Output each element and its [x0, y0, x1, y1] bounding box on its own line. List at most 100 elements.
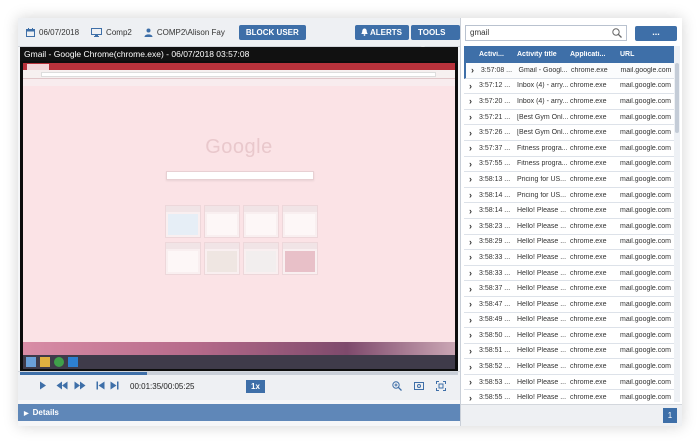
cell-application: chrome.exe: [570, 363, 607, 371]
table-row[interactable]: › 3:58:33 ... Hello! Please ... chrome.exe m…: [464, 250, 674, 266]
expand-row-icon[interactable]: ›: [464, 362, 477, 372]
table-row[interactable]: › 3:58:47 ... Hello! Please ... chrome.exe m…: [464, 296, 674, 313]
expand-row-icon[interactable]: ›: [464, 206, 477, 216]
cell-application: chrome.exe: [570, 394, 607, 402]
tools-button[interactable]: TOOLS ▼: [411, 25, 460, 52]
playback-speed-button[interactable]: 1x: [246, 380, 265, 393]
table-row[interactable]: › 3:57:21 ... [Best Gym Onl... chrome.exe ma…: [464, 109, 674, 126]
details-toggle[interactable]: ▶ Details: [18, 404, 460, 421]
expand-row-icon[interactable]: ›: [464, 81, 477, 91]
user-filter[interactable]: COMP2\Alison Fay: [144, 28, 225, 37]
table-row[interactable]: › 3:58:14 ... Hello! Please ... chrome.exe m…: [464, 203, 674, 219]
table-scrollbar[interactable]: [674, 46, 680, 402]
cell-activity-title: Hello! Please ...: [517, 363, 567, 371]
video-player[interactable]: Gmail - Google Chrome(chrome.exe) - 06/0…: [20, 47, 458, 371]
table-row[interactable]: › 3:58:49 ... Hello! Please ... chrome.exe m…: [464, 312, 674, 329]
column-header-activity-title[interactable]: Activity title: [513, 51, 568, 58]
more-options-button[interactable]: ...: [635, 26, 677, 41]
fullscreen-icon[interactable]: [436, 381, 446, 391]
column-header-activity-time[interactable]: Activi...: [477, 51, 513, 58]
cell-url: mail.google.com: [620, 363, 671, 371]
expand-row-icon[interactable]: ›: [464, 330, 477, 340]
search-icon[interactable]: [612, 28, 622, 38]
rewind-icon[interactable]: [56, 381, 68, 390]
table-row[interactable]: › 3:58:33 ... Hello! Please ... chrome.exe m…: [464, 265, 674, 282]
expand-row-icon[interactable]: ›: [464, 377, 477, 387]
expand-row-icon[interactable]: ›: [464, 190, 477, 200]
date-filter[interactable]: 06/07/2018: [26, 27, 79, 37]
cell-activity-time: 3:57:20 ...: [479, 97, 511, 105]
play-icon[interactable]: [39, 381, 47, 390]
browser-address-bar: [23, 70, 455, 79]
cell-application: chrome.exe: [570, 175, 607, 183]
scroll-thumb[interactable]: [675, 63, 679, 133]
table-row[interactable]: › 3:57:12 ... Inbox (4) - arry... chrome.ex…: [464, 78, 674, 95]
cell-activity-title: Fitness progra...: [517, 160, 568, 168]
cell-activity-title: Hello! Please ...: [517, 347, 567, 355]
monitor-icon: [91, 27, 103, 37]
expand-row-icon[interactable]: ›: [464, 268, 477, 278]
cell-url: mail.google.com: [620, 378, 671, 386]
cell-application: chrome.exe: [570, 253, 607, 261]
expand-row-icon[interactable]: ›: [466, 65, 479, 75]
column-header-url[interactable]: URL: [618, 51, 674, 58]
cell-activity-time: 3:57:08 ...: [480, 66, 513, 74]
zoom-in-icon[interactable]: [392, 381, 402, 391]
table-row[interactable]: › 3:57:26 ... [Best Gym Onl... chrome.exe ma…: [464, 125, 674, 141]
recorded-screen: Google: [23, 63, 455, 369]
cell-activity-title: Inbox (4) - arry...: [517, 82, 568, 90]
expand-row-icon[interactable]: ›: [464, 346, 477, 356]
top-bar: 06/07/2018 Comp2 COMP2\Alison Fay BLOCK …: [18, 18, 460, 52]
shortcut-tile: [282, 205, 318, 238]
expand-row-icon[interactable]: ›: [464, 143, 477, 153]
expand-row-icon[interactable]: ›: [464, 237, 477, 247]
cell-activity-title: Hello! Please ...: [517, 253, 567, 261]
cell-activity-title: Fitness progra...: [517, 144, 568, 152]
cell-application: chrome.exe: [570, 285, 607, 293]
shortcut-tile: [243, 242, 279, 275]
expand-row-icon[interactable]: ›: [464, 393, 477, 403]
cell-activity-time: 3:58:33 ...: [479, 269, 511, 277]
expand-row-icon[interactable]: ›: [464, 284, 477, 294]
expand-row-icon[interactable]: ›: [464, 221, 477, 231]
expand-row-icon[interactable]: ›: [464, 299, 477, 309]
table-row[interactable]: › 3:58:52 ... Hello! Please ... chrome.exe m…: [464, 359, 674, 375]
expand-row-icon[interactable]: ›: [464, 128, 477, 138]
table-row[interactable]: › 3:58:13 ... Pricing for US... chrome.exe m…: [464, 172, 674, 188]
table-row[interactable]: › 3:58:23 ... Hello! Please ... chrome.exe m…: [464, 218, 674, 235]
alerts-button[interactable]: ALERTS: [355, 25, 409, 40]
block-user-button[interactable]: BLOCK USER: [238, 24, 306, 40]
cell-activity-time: 3:58:55 ...: [479, 394, 511, 402]
table-row[interactable]: › 3:58:29 ... Hello! Please ... chrome.exe m…: [464, 234, 674, 251]
expand-row-icon[interactable]: ›: [464, 315, 477, 325]
search-input[interactable]: gmail: [465, 25, 627, 41]
cell-activity-title: [Best Gym Onl...: [517, 113, 568, 121]
computer-filter[interactable]: Comp2: [91, 27, 132, 37]
table-row[interactable]: › 3:58:50 ... Hello! Please ... chrome.exe m…: [464, 328, 674, 344]
table-row[interactable]: › 3:57:55 ... Fitness progra... chrome.exe m…: [464, 156, 674, 173]
table-row[interactable]: › 3:57:08 ... Gmail - Googl... chrome.exe ma…: [464, 63, 674, 79]
table-row[interactable]: › 3:58:53 ... Hello! Please ... chrome.exe m…: [464, 374, 674, 391]
cell-application: chrome.exe: [570, 316, 607, 324]
skip-end-icon[interactable]: [110, 381, 119, 390]
table-row[interactable]: › 3:58:14 ... Pricing for US... chrome.exe m…: [464, 187, 674, 204]
cell-activity-title: Hello! Please ...: [517, 300, 567, 308]
table-row[interactable]: › 3:57:37 ... Fitness progra... chrome.exe m…: [464, 140, 674, 157]
cell-url: mail.google.com: [620, 253, 671, 261]
expand-row-icon[interactable]: ›: [464, 96, 477, 106]
page-button[interactable]: 1: [663, 408, 677, 423]
expand-row-icon[interactable]: ›: [464, 174, 477, 184]
google-logo: Google: [205, 136, 273, 158]
cell-url: mail.google.com: [620, 222, 671, 230]
progress-bar[interactable]: [20, 372, 458, 375]
expand-row-icon[interactable]: ›: [464, 159, 477, 169]
expand-row-icon[interactable]: ›: [464, 112, 477, 122]
skip-start-icon[interactable]: [96, 381, 105, 390]
table-row[interactable]: › 3:57:20 ... Inbox (4) - arry... chrome.ex…: [464, 94, 674, 110]
column-header-application[interactable]: Applicati...: [568, 51, 618, 58]
table-row[interactable]: › 3:58:37 ... Hello! Please ... chrome.exe m…: [464, 281, 674, 297]
screenshot-icon[interactable]: [414, 381, 424, 391]
fast-forward-icon[interactable]: [74, 381, 86, 390]
table-row[interactable]: › 3:58:51 ... Hello! Please ... chrome.exe m…: [464, 343, 674, 360]
expand-row-icon[interactable]: ›: [464, 252, 477, 262]
